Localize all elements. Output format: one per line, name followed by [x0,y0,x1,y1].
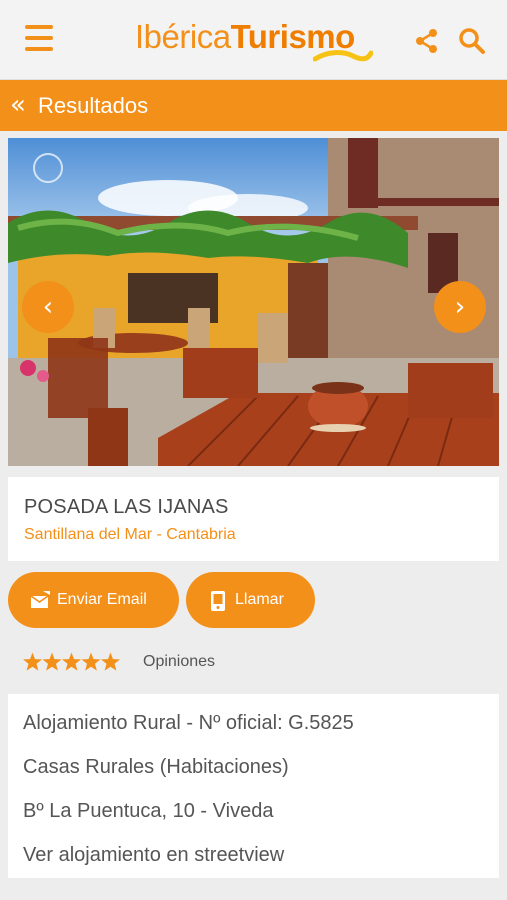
star-icon [100,652,121,671]
back-to-results-bar[interactable]: « Resultados [0,80,507,131]
phone-icon [211,591,225,611]
call-label: Llamar [235,591,284,608]
star-icon [23,652,43,671]
send-email-label: Enviar Email [57,591,147,608]
chevron-right-icon: › [454,292,466,322]
star-icon [42,652,62,671]
search-icon[interactable] [457,26,487,56]
listing-location[interactable]: Santillana del Mar - Cantabria [24,526,236,544]
opinions-link[interactable]: Opiniones [143,653,215,671]
chevron-left-icon: ‹ [42,292,54,322]
send-email-button[interactable]: Enviar Email [8,572,179,628]
next-photo-button[interactable]: › [434,281,486,333]
top-app-bar: IbéricaTurismo [0,0,507,80]
email-icon [30,591,50,608]
listing-name: POSADA LAS IJANAS [24,496,229,518]
listing-title-card: POSADA LAS IJANAS Santillana del Mar - C… [8,477,499,561]
hamburger-menu-icon[interactable] [22,25,56,55]
streetview-link[interactable]: Ver alojamiento en streetview [23,844,284,867]
app-screen: IbéricaTurismo « Resultados ‹ › POSADA L… [0,0,507,900]
logo-swoosh-icon [313,50,373,62]
star-icon [81,652,101,671]
address-text: Bº La Puentuca, 10 - Viveda [23,800,274,822]
results-label: Resultados [38,93,149,118]
brand-logo[interactable]: IbéricaTurismo [135,16,373,64]
rating-stars[interactable] [23,651,121,673]
listing-details-card: Alojamiento Rural - Nº oficial: G.5825 C… [8,694,499,878]
registration-number-text: Alojamiento Rural - Nº oficial: G.5825 [23,712,354,734]
accommodation-type-text: Casas Rurales (Habitaciones) [23,756,289,778]
double-chevron-left-icon: « [10,90,26,120]
previous-photo-button[interactable]: ‹ [22,281,74,333]
patio-photo-illustration [8,138,499,466]
call-button[interactable]: Llamar [186,572,315,628]
star-icon [61,652,82,671]
share-icon[interactable] [412,26,442,56]
logo-text-iberica: Ibérica [135,18,231,55]
listing-photo[interactable] [8,138,499,466]
